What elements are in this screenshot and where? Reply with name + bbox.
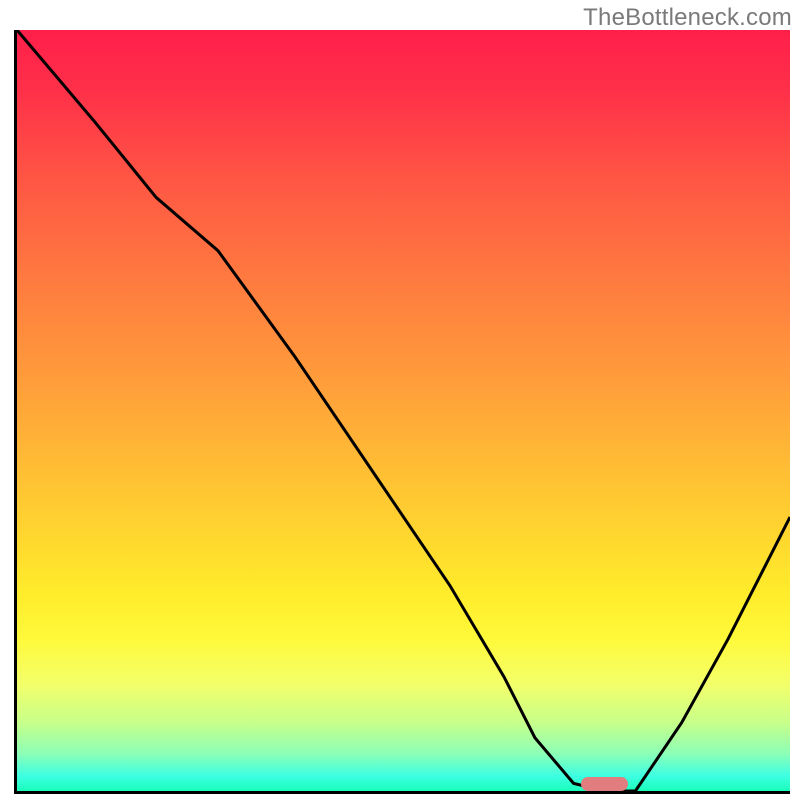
- bottleneck-curve: [17, 30, 790, 791]
- optimal-range-marker: [581, 777, 627, 791]
- chart-container: TheBottleneck.com: [0, 0, 800, 800]
- watermark-text: TheBottleneck.com: [583, 4, 792, 32]
- curve-path: [17, 30, 790, 791]
- plot-area: [14, 30, 790, 794]
